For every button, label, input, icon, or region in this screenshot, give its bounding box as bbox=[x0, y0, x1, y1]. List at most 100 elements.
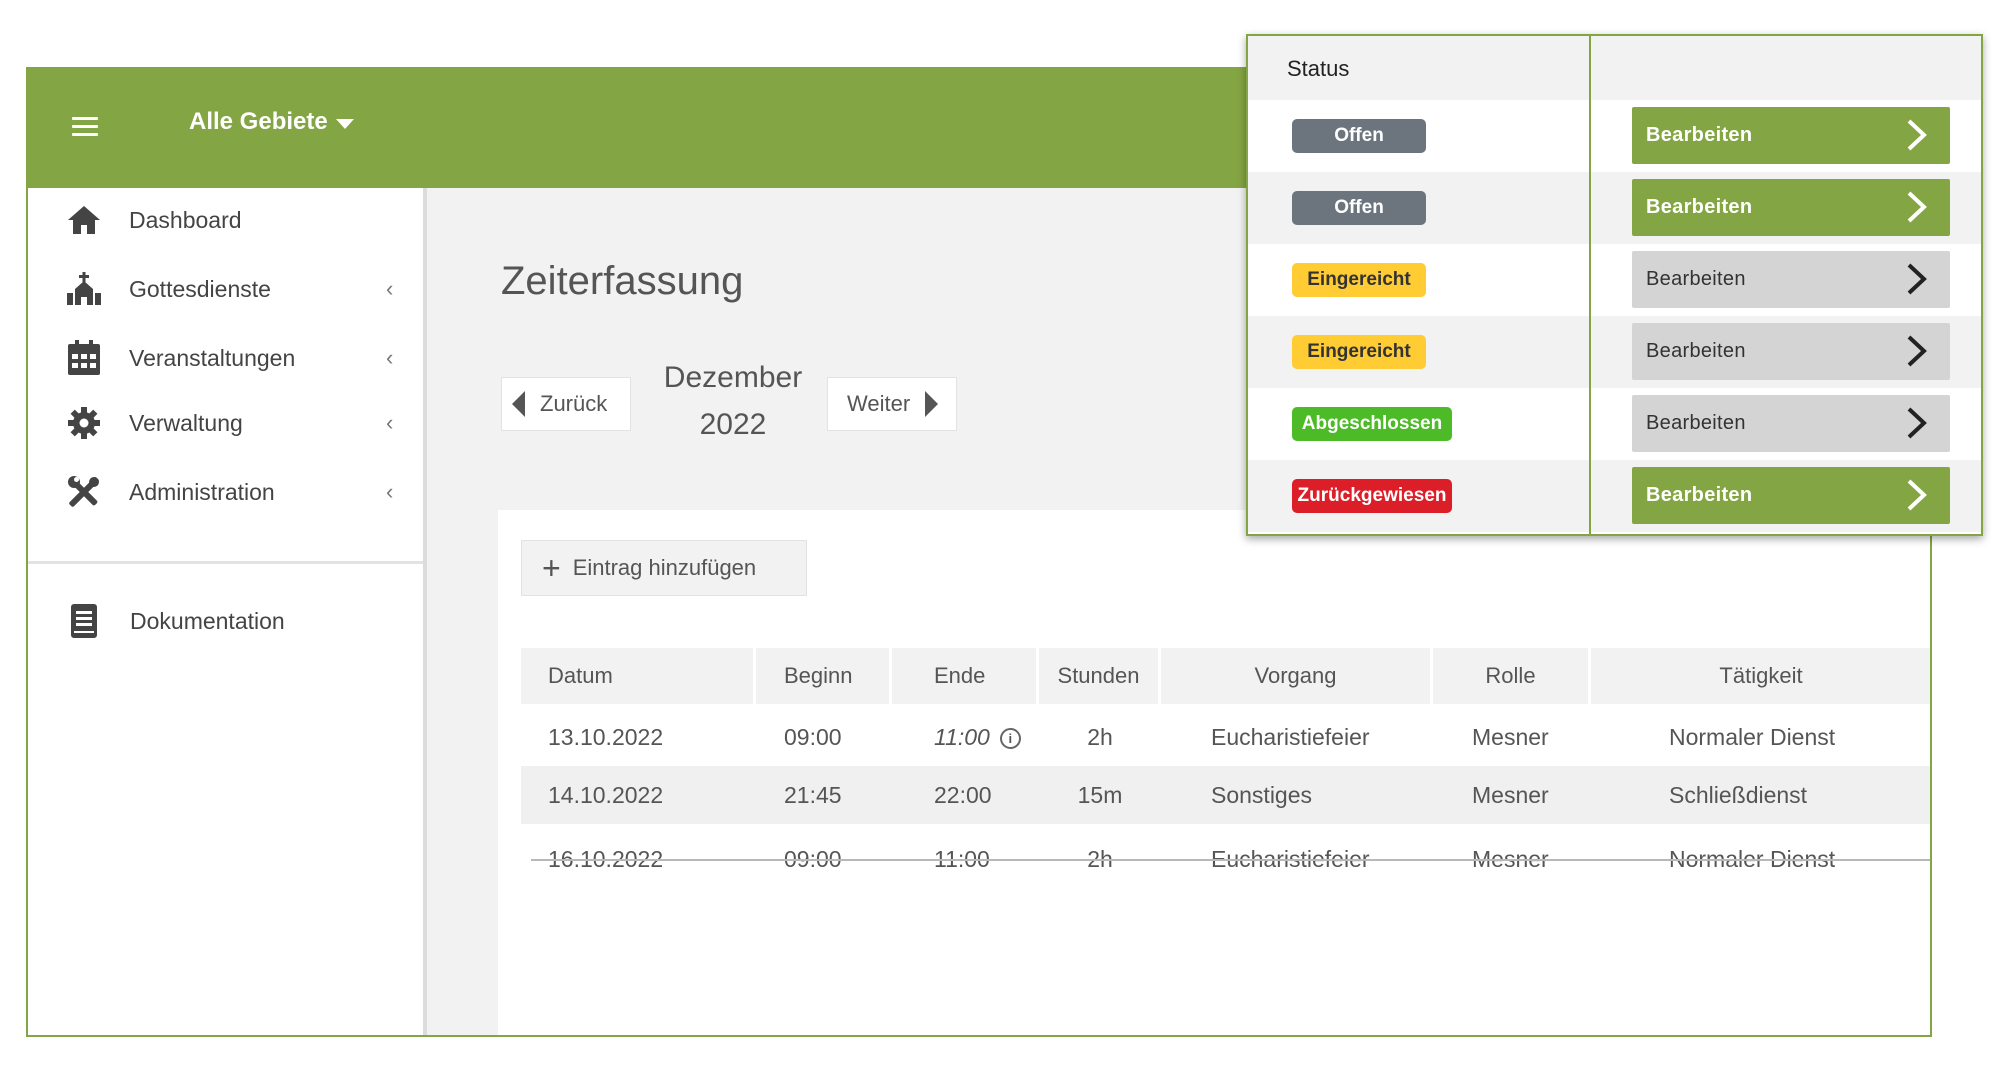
status-badge-offen: Offen bbox=[1292, 191, 1426, 225]
chevron-right-icon bbox=[1907, 119, 1927, 151]
sidebar-item-label: Dashboard bbox=[129, 206, 242, 233]
next-month-button[interactable]: Weiter bbox=[827, 377, 957, 431]
status-row: Eingereicht Bearbeiten bbox=[1248, 244, 1981, 316]
column-header-datum[interactable]: Datum bbox=[521, 648, 756, 704]
tools-icon bbox=[66, 474, 102, 510]
chevron-left-icon: ‹ bbox=[386, 345, 394, 370]
area-selector-label: Alle Gebiete bbox=[189, 108, 328, 135]
column-header-ende[interactable]: Ende bbox=[892, 648, 1039, 704]
edit-button[interactable]: Bearbeiten bbox=[1632, 467, 1950, 524]
gear-icon bbox=[66, 405, 102, 441]
edit-button[interactable]: Bearbeiten bbox=[1632, 251, 1950, 308]
chevron-right-icon bbox=[1907, 407, 1927, 439]
edit-button-label: Bearbeiten bbox=[1646, 340, 1746, 362]
next-month-label: Weiter bbox=[847, 391, 911, 416]
table-row[interactable]: 14.10.2022 21:45 22:00 15m Sonstiges Mes… bbox=[521, 766, 1930, 824]
column-header-beginn[interactable]: Beginn bbox=[756, 648, 892, 704]
status-row: Offen Bearbeiten bbox=[1248, 172, 1981, 244]
add-entry-button[interactable]: + Eintrag hinzufügen bbox=[521, 540, 807, 596]
area-selector-dropdown[interactable]: Alle Gebiete bbox=[189, 108, 354, 136]
sidebar-item-gottesdienste[interactable]: Gottesdienste ‹ bbox=[28, 261, 423, 317]
sidebar-item-label: Dokumentation bbox=[130, 607, 285, 634]
status-badge-abgeschlossen: Abgeschlossen bbox=[1292, 407, 1452, 441]
chevron-left-icon: ‹ bbox=[386, 410, 394, 435]
sidebar-item-label: Gottesdienste bbox=[129, 275, 271, 302]
previous-month-button[interactable]: Zurück bbox=[501, 377, 631, 431]
table-row[interactable]: 13.10.2022 09:00 11:00 i 2h Eucharistiefe… bbox=[521, 708, 1930, 766]
church-icon bbox=[66, 271, 102, 307]
chevron-left-icon: ‹ bbox=[386, 276, 394, 301]
edit-button[interactable]: Bearbeiten bbox=[1632, 395, 1950, 452]
sidebar-item-dashboard[interactable]: Dashboard bbox=[28, 192, 423, 248]
hamburger-menu-icon[interactable] bbox=[72, 111, 98, 141]
sidebar: Dashboard Gottesdienste ‹ Veranstaltunge… bbox=[28, 188, 427, 1035]
edit-button-label: Bearbeiten bbox=[1646, 268, 1746, 290]
cell-beginn: 21:45 bbox=[784, 781, 842, 808]
cell-stunden: 15m bbox=[1077, 781, 1123, 808]
info-icon[interactable]: i bbox=[999, 727, 1021, 749]
book-icon bbox=[66, 603, 102, 639]
previous-month-label: Zurück bbox=[540, 391, 608, 416]
cell-ende: 22:00 bbox=[934, 781, 992, 808]
status-column-header: Status bbox=[1287, 56, 1350, 81]
sidebar-item-veranstaltungen[interactable]: Veranstaltungen ‹ bbox=[28, 330, 423, 386]
column-header-vorgang[interactable]: Vorgang bbox=[1161, 648, 1433, 704]
cell-ende-value: 11:00 bbox=[934, 723, 990, 750]
status-badge-zurueckgewiesen: Zurückgewiesen bbox=[1292, 479, 1452, 513]
column-header-rolle[interactable]: Rolle bbox=[1433, 648, 1591, 704]
cell-beginn: 09:00 bbox=[784, 845, 842, 872]
table-header: Datum Beginn Ende Stunden Vorgang Rolle … bbox=[521, 648, 1930, 704]
column-header-taetigkeit[interactable]: Tätigkeit bbox=[1591, 648, 1930, 704]
caret-down-icon bbox=[335, 119, 354, 129]
cell-rolle: Mesner bbox=[1472, 723, 1549, 750]
cell-datum: 14.10.2022 bbox=[548, 781, 664, 808]
popup-header: Status bbox=[1248, 36, 1981, 100]
status-legend-popup: Status Offen Bearbeiten Offen Bearbeiten… bbox=[1246, 34, 1983, 536]
time-entries-table: Datum Beginn Ende Stunden Vorgang Rolle … bbox=[521, 648, 1930, 888]
cell-stunden: 2h bbox=[1087, 723, 1113, 750]
popup-column-divider bbox=[1589, 36, 1591, 534]
chevron-left-icon: ‹ bbox=[386, 479, 394, 504]
edit-button[interactable]: Bearbeiten bbox=[1632, 323, 1950, 380]
cell-vorgang: Eucharistiefeier bbox=[1211, 845, 1370, 872]
edit-button-label: Bearbeiten bbox=[1646, 196, 1753, 218]
chevron-right-icon bbox=[1907, 335, 1927, 367]
chevron-right-icon bbox=[1907, 191, 1927, 223]
year: 2022 bbox=[699, 408, 767, 441]
cell-stunden: 2h bbox=[1087, 845, 1113, 872]
page-title: Zeiterfassung bbox=[501, 259, 744, 303]
cell-datum: 13.10.2022 bbox=[548, 723, 664, 750]
edit-button[interactable]: Bearbeiten bbox=[1632, 107, 1950, 164]
cell-vorgang: Sonstiges bbox=[1211, 781, 1313, 808]
sidebar-item-administration[interactable]: Administration ‹ bbox=[28, 464, 423, 520]
cell-rolle: Mesner bbox=[1472, 781, 1549, 808]
table-row-deleted[interactable]: 16.10.2022 09:00 11:00 2h Eucharistiefei… bbox=[521, 830, 1930, 888]
current-month: Dezember 2022 bbox=[648, 354, 818, 448]
cell-ende: 11:00 i bbox=[892, 724, 1039, 751]
month-name: Dezember bbox=[663, 361, 803, 394]
sidebar-item-label: Verwaltung bbox=[129, 409, 243, 436]
add-entry-label: Eintrag hinzufügen bbox=[572, 555, 757, 580]
cell-beginn: 09:00 bbox=[784, 723, 842, 750]
chevron-right-icon bbox=[1907, 479, 1927, 511]
column-header-stunden[interactable]: Stunden bbox=[1039, 648, 1161, 704]
status-badge-offen: Offen bbox=[1292, 119, 1426, 153]
sidebar-item-verwaltung[interactable]: Verwaltung ‹ bbox=[28, 395, 423, 451]
edit-button[interactable]: Bearbeiten bbox=[1632, 179, 1950, 236]
cell-taetigkeit: Schließdienst bbox=[1669, 781, 1808, 808]
status-row: Offen Bearbeiten bbox=[1248, 100, 1981, 172]
calendar-icon bbox=[66, 340, 102, 376]
home-icon bbox=[66, 202, 102, 238]
cell-datum: 16.10.2022 bbox=[548, 845, 664, 872]
cell-vorgang: Eucharistiefeier bbox=[1211, 723, 1370, 750]
sidebar-item-dokumentation[interactable]: Dokumentation bbox=[28, 593, 423, 649]
edit-button-label: Bearbeiten bbox=[1646, 484, 1753, 506]
status-badge-eingereicht: Eingereicht bbox=[1292, 263, 1426, 297]
cell-taetigkeit: Normaler Dienst bbox=[1669, 845, 1836, 872]
sidebar-divider bbox=[28, 561, 423, 564]
cell-taetigkeit: Normaler Dienst bbox=[1669, 723, 1836, 750]
sidebar-item-label: Administration bbox=[129, 478, 275, 505]
edit-button-label: Bearbeiten bbox=[1646, 412, 1746, 434]
edit-button-label: Bearbeiten bbox=[1646, 124, 1753, 146]
status-badge-eingereicht: Eingereicht bbox=[1292, 335, 1426, 369]
